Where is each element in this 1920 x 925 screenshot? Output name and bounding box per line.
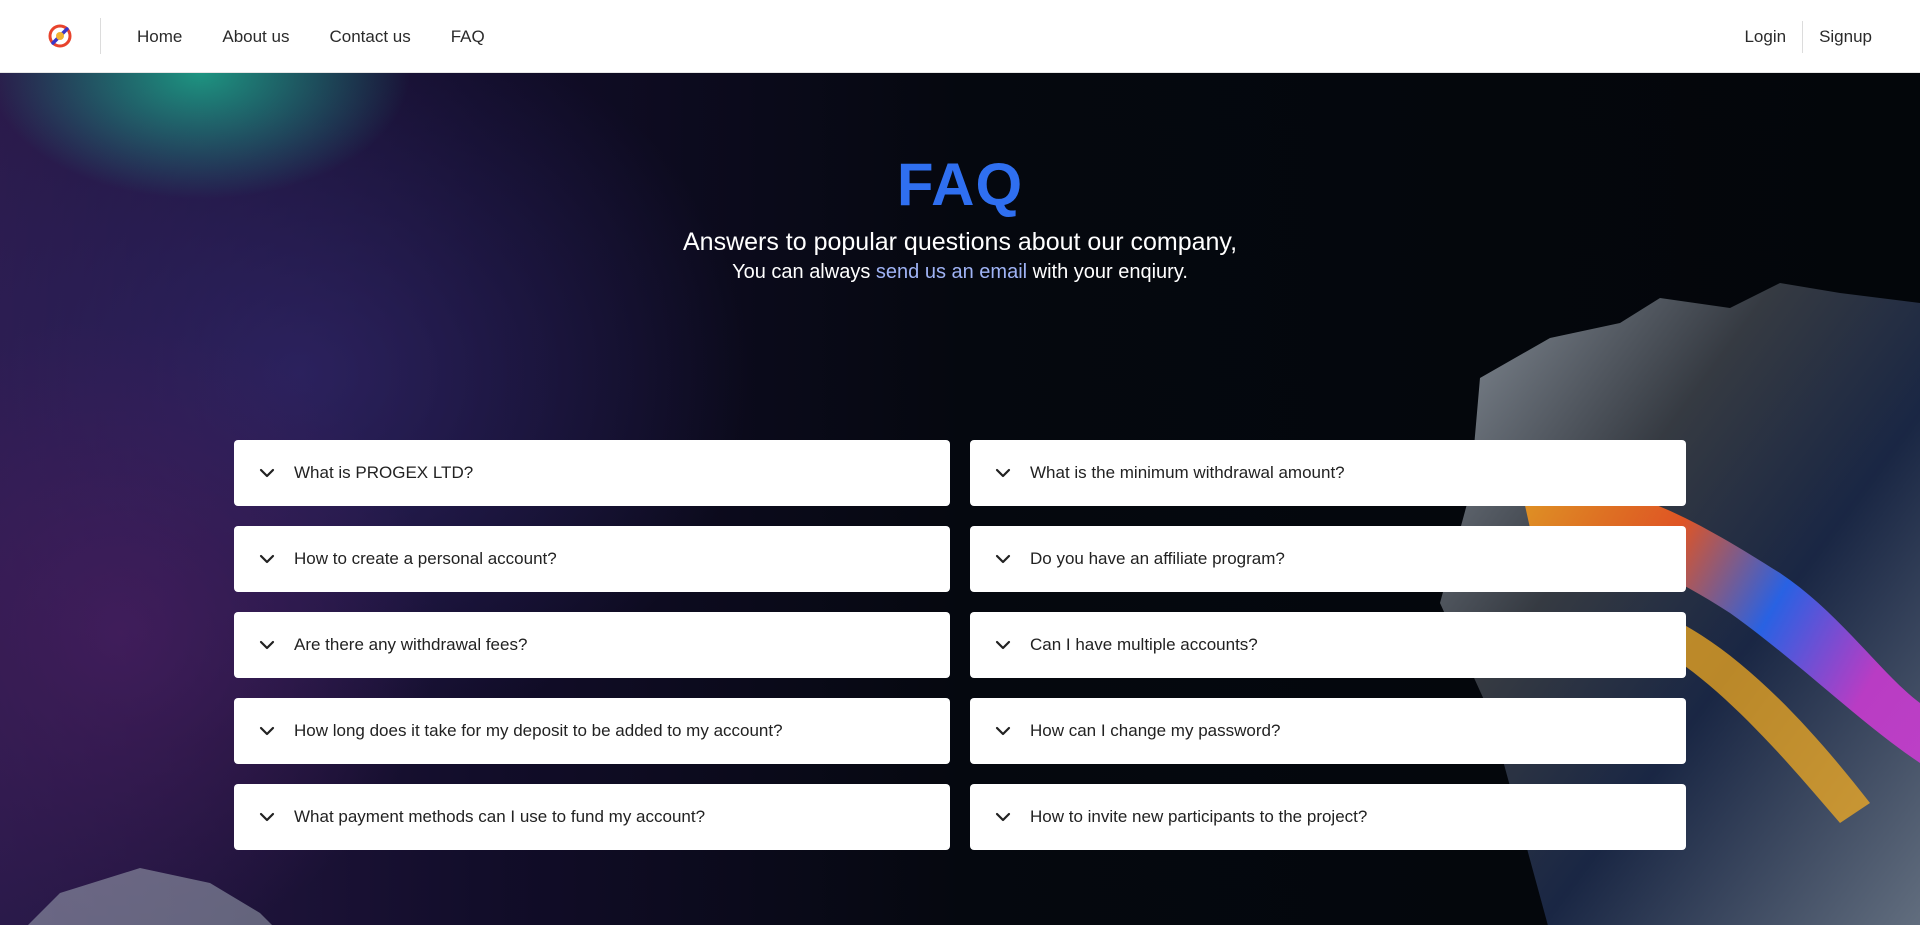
faq-item[interactable]: What is PROGEX LTD? [234, 440, 950, 506]
main-nav: Home About us Contact us FAQ [137, 0, 525, 73]
faq-question: Are there any withdrawal fees? [294, 635, 528, 654]
faq-question: Do you have an affiliate program? [1030, 549, 1285, 568]
chevron-down-icon [259, 554, 275, 564]
email-prompt-after: with your enqiury. [1027, 261, 1188, 283]
chevron-down-icon [995, 640, 1011, 650]
send-email-link[interactable]: send us an email [876, 261, 1027, 283]
nav-home-link[interactable]: Home [137, 27, 182, 47]
email-prompt: You can always send us an email with you… [0, 261, 1920, 284]
faq-item[interactable]: Can I have multiple accounts? [970, 612, 1686, 678]
page-title: FAQ [896, 151, 1024, 218]
auth-divider [1802, 20, 1804, 53]
faq-item[interactable]: How to invite new participants to the pr… [970, 784, 1686, 850]
chevron-down-icon [995, 726, 1011, 736]
chevron-down-icon [995, 812, 1011, 822]
page-subtitle: Answers to popular questions about our c… [682, 228, 1238, 256]
login-link[interactable]: Login [1744, 27, 1786, 47]
auth-nav: Login Signup [1744, 0, 1872, 73]
faq-question: What payment methods can I use to fund m… [294, 807, 706, 826]
chevron-down-icon [259, 812, 275, 822]
chevron-down-icon [995, 468, 1011, 478]
faq-question: What is PROGEX LTD? [294, 463, 474, 482]
faq-question: How can I change my password? [1030, 721, 1281, 740]
nav-faq-link[interactable]: FAQ [451, 27, 485, 47]
faq-question: How long does it take for my deposit to … [294, 721, 783, 740]
faq-item[interactable]: Do you have an affiliate program? [970, 526, 1686, 592]
nav-about-link[interactable]: About us [222, 27, 289, 47]
faq-item[interactable]: How to create a personal account? [234, 526, 950, 592]
faq-item[interactable]: What payment methods can I use to fund m… [234, 784, 950, 850]
faq-list: What is PROGEX LTD? What is the minimum … [234, 440, 1686, 850]
faq-item[interactable]: Are there any withdrawal fees? [234, 612, 950, 678]
chevron-down-icon [995, 554, 1011, 564]
faq-item[interactable]: How long does it take for my deposit to … [234, 698, 950, 764]
faq-question: What is the minimum withdrawal amount? [1030, 463, 1345, 482]
chevron-down-icon [259, 726, 275, 736]
signup-link[interactable]: Signup [1819, 27, 1872, 47]
chevron-down-icon [259, 640, 275, 650]
faq-question: How to create a personal account? [294, 549, 557, 568]
nav-divider [100, 18, 101, 54]
faq-question: Can I have multiple accounts? [1030, 635, 1258, 654]
faq-question: How to invite new participants to the pr… [1030, 807, 1368, 826]
chevron-down-icon [259, 468, 275, 478]
nav-contact-link[interactable]: Contact us [329, 27, 410, 47]
email-prompt-before: You can always [732, 261, 876, 283]
logo-icon[interactable] [47, 23, 73, 49]
faq-item[interactable]: How can I change my password? [970, 698, 1686, 764]
faq-item[interactable]: What is the minimum withdrawal amount? [970, 440, 1686, 506]
top-navbar: Home About us Contact us FAQ Login Signu… [0, 0, 1920, 73]
